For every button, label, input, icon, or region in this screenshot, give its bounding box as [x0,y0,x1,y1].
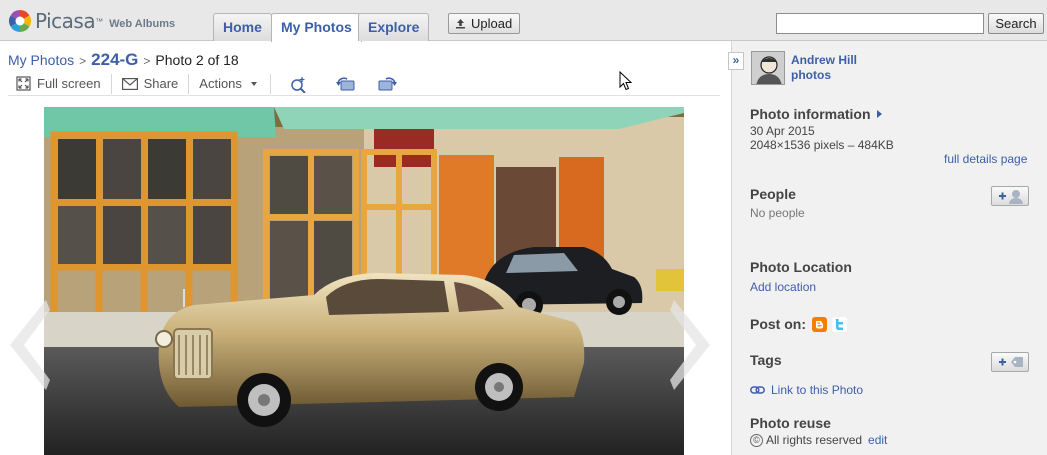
avatar[interactable] [751,51,785,85]
breadcrumb: My Photos > 224-G > Photo 2 of 18 [8,50,239,70]
chevron-right-icon [670,300,710,390]
brand-trademark: ™ [95,16,104,26]
breadcrumb-separator: > [143,54,151,68]
add-person-button[interactable] [991,186,1029,206]
photo-information-toggle[interactable]: Photo information [750,106,882,122]
toolbar-divider [188,73,190,94]
add-person-icon [999,190,1023,204]
next-photo-arrow[interactable] [670,300,714,390]
upload-button[interactable]: Upload [448,13,521,34]
actions-label: Actions [199,76,242,91]
photo-date: 30 Apr 2015 [750,124,815,138]
upload-icon [456,19,465,29]
photo-viewer[interactable] [44,107,684,455]
photo-dimensions: 2048×1536 pixels – 484KB [750,138,894,152]
add-tag-button[interactable] [991,352,1029,372]
toolbar-divider [269,73,271,94]
breadcrumb-my-photos[interactable]: My Photos [8,52,74,68]
photo-image [44,107,684,455]
breadcrumb-current: Photo 2 of 18 [155,52,239,68]
tags-title: Tags [750,352,782,368]
full-screen-icon [16,76,31,91]
zoom-in-button[interactable] [290,75,308,93]
tab-home[interactable]: Home [213,13,272,41]
zoom-in-icon [291,76,306,93]
collapse-panel-button[interactable]: » [728,52,744,70]
photo-location-title: Photo Location [750,259,852,275]
search-input[interactable] [776,13,984,34]
chain-link-icon [750,386,765,394]
toolbar-divider [110,73,112,94]
picasa-pinwheel-icon [9,10,31,32]
picasa-logo[interactable]: Picasa ™ Web Albums [8,8,175,34]
copyright-icon: © [750,433,763,447]
breadcrumb-album[interactable]: 224-G [91,50,138,70]
breadcrumb-separator: > [79,54,87,68]
people-empty-text: No people [750,206,805,220]
rotate-right-icon [378,76,397,90]
link-to-photo-label: Link to this Photo [771,383,864,397]
full-screen-button[interactable]: Full screen [16,73,101,95]
rotate-right-button[interactable] [376,76,398,92]
post-on-label: Post on: [750,316,806,332]
link-to-photo[interactable]: Link to this Photo [750,383,863,397]
share-button[interactable]: Share [121,73,179,95]
actions-dropdown[interactable]: Actions [199,73,260,95]
envelope-icon [121,77,138,90]
owner-avatar-image [752,52,784,84]
people-title: People [750,186,796,202]
upload-label: Upload [471,16,513,31]
search-button[interactable]: Search [988,13,1044,34]
rotate-left-icon [335,76,355,90]
add-location-link[interactable]: Add location [750,280,816,294]
photo-information-title: Photo information [750,106,871,122]
previous-photo-arrow[interactable] [6,300,50,390]
edit-rights-link[interactable]: edit [868,433,887,447]
full-details-link[interactable]: full details page [944,152,1027,166]
full-screen-label: Full screen [37,76,101,91]
brand-name: Picasa [35,9,96,33]
owner-name-link[interactable]: Andrew Hill [791,52,857,68]
rights-text: All rights reserved [766,433,863,447]
owner-photos-link[interactable]: photos [791,68,831,82]
brand-subtitle: Web Albums [109,18,176,30]
tab-my-photos[interactable]: My Photos [271,13,362,42]
photo-reuse-title: Photo reuse [750,415,831,431]
photo-toolbar: Full screen Share Actions [8,72,720,96]
twitter-icon[interactable] [832,316,847,332]
mouse-cursor-icon [619,71,633,91]
share-label: Share [143,76,179,91]
photo-reuse-row: © All rights reserved edit [750,433,887,447]
chevron-left-icon [10,300,50,390]
rotate-left-button[interactable] [335,76,357,92]
chevron-down-icon [250,81,257,86]
add-tag-icon [999,357,1023,367]
expand-triangle-icon [876,110,882,118]
post-on-row: Post on: [750,316,847,332]
top-bar: Picasa ™ Web Albums Home My Photos Explor… [0,0,1047,42]
tab-explore[interactable]: Explore [358,13,430,41]
blogger-icon[interactable] [812,316,827,332]
